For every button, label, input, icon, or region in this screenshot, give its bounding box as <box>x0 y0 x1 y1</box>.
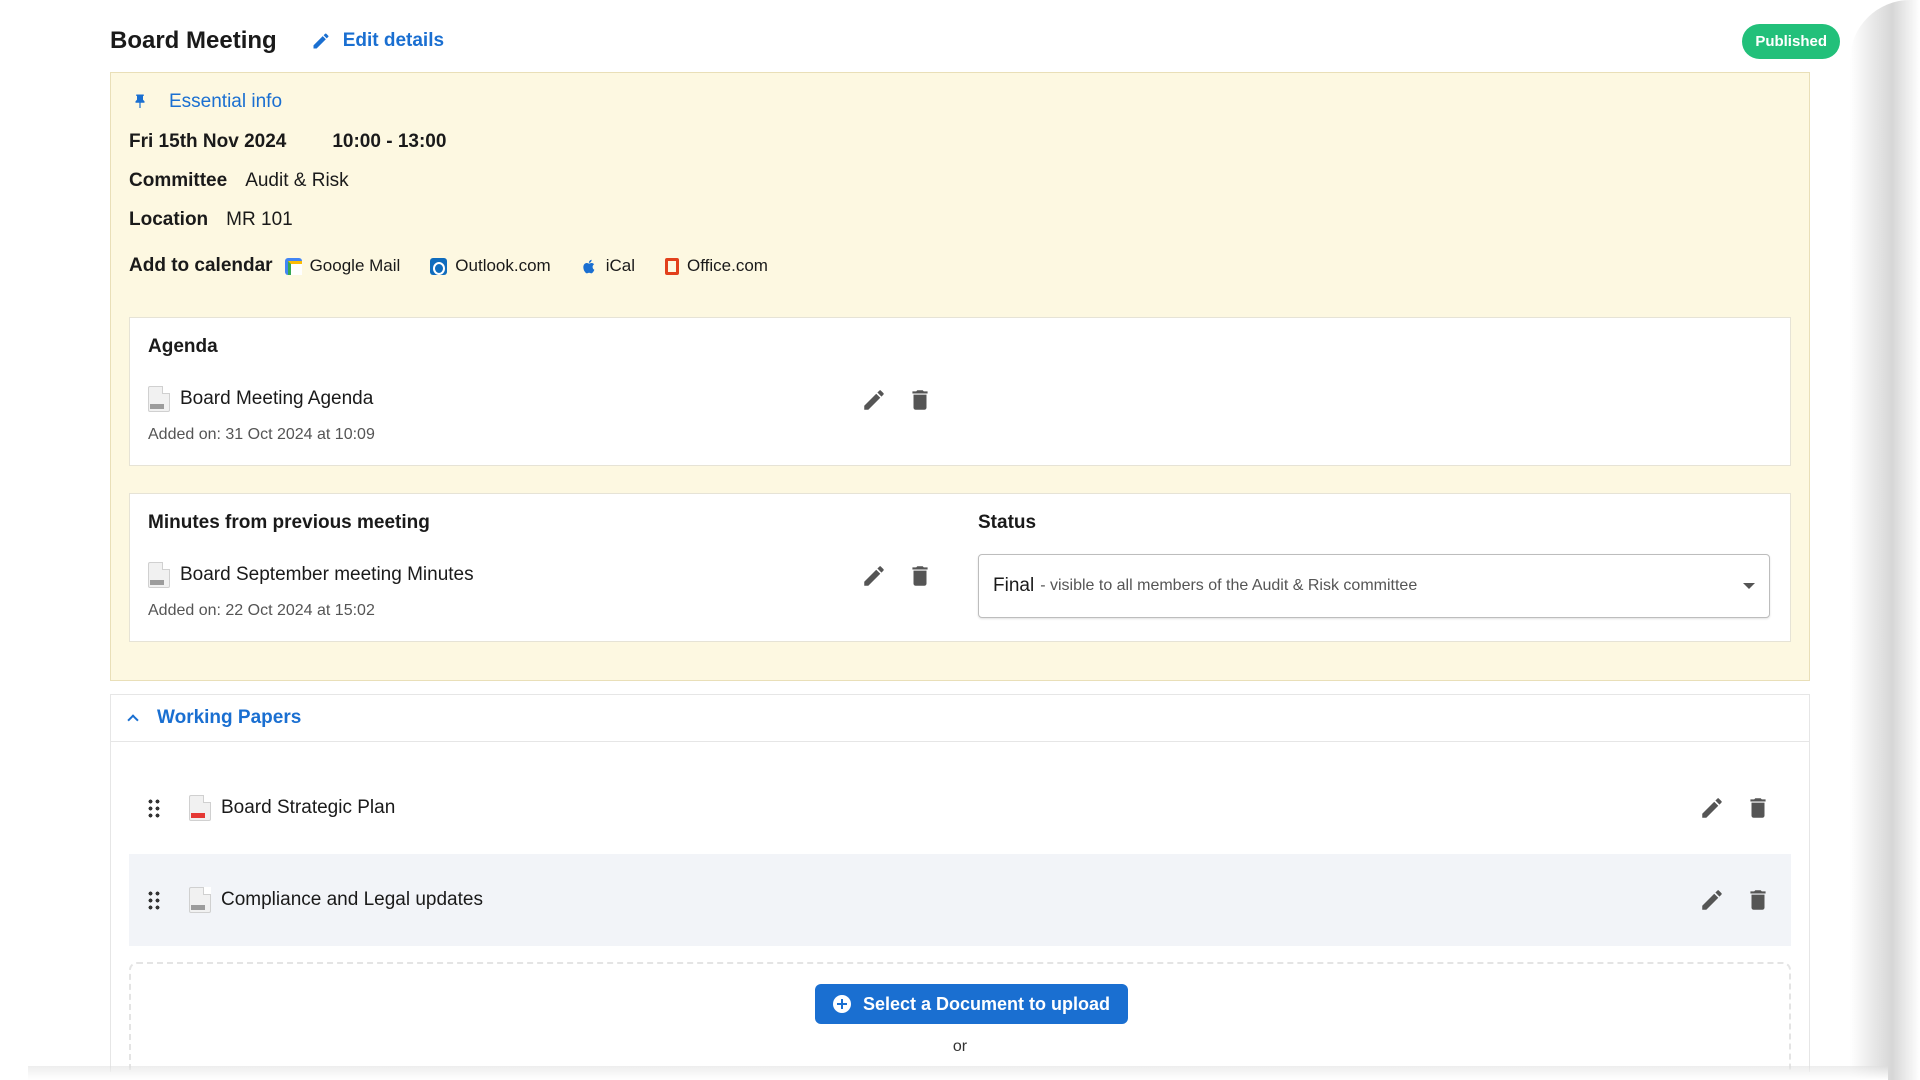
calendar-label: Add to calendar <box>129 255 273 276</box>
location-row: Location MR 101 <box>129 209 293 231</box>
pencil-icon <box>864 390 884 410</box>
pin-icon <box>135 94 145 108</box>
trash-icon <box>912 390 928 410</box>
essential-info-label: Essential info <box>169 91 283 112</box>
edit-agenda-button[interactable] <box>861 387 887 413</box>
document-file-icon <box>148 562 170 588</box>
calendar-office-link[interactable]: Office.com <box>665 256 768 276</box>
status-title: Status <box>978 512 1037 533</box>
agenda-card: Agenda Board Meeting Agenda Added on: 31… <box>129 317 1791 466</box>
edit-working-paper-button[interactable] <box>1699 795 1725 821</box>
committee-label: Committee <box>129 170 228 191</box>
calendar-ical-link[interactable]: iCal <box>581 256 635 276</box>
meeting-date: Fri 15th Nov 2024 <box>129 131 287 152</box>
working-paper-name: Board Strategic Plan <box>221 797 396 818</box>
working-paper-actions <box>1699 795 1791 821</box>
calendar-outlook-link[interactable]: Outlook.com <box>430 256 551 276</box>
trash-icon <box>912 566 928 586</box>
meeting-time: 10:00 - 13:00 <box>332 131 447 152</box>
window-bottom-shadow <box>28 1066 1888 1080</box>
trash-icon <box>1750 798 1766 818</box>
pdf-file-icon <box>189 795 211 821</box>
committee-value: Audit & Risk <box>245 170 349 191</box>
status-select[interactable]: Final - visible to all members of the Au… <box>978 554 1770 618</box>
select-document-upload-button[interactable]: Select a Document to upload <box>815 984 1129 1024</box>
pencil-icon <box>864 566 884 586</box>
minutes-card: Minutes from previous meeting Board Sept… <box>129 493 1791 642</box>
working-paper-name: Compliance and Legal updates <box>221 889 483 910</box>
edit-working-paper-button[interactable] <box>1699 887 1725 913</box>
working-papers-toggle[interactable]: Working Papers <box>111 695 1809 742</box>
calendar-google-link[interactable]: Google Mail <box>284 256 401 276</box>
calendar-ical-label: iCal <box>605 256 636 275</box>
pencil-icon <box>313 33 329 49</box>
location-value: MR 101 <box>226 209 293 230</box>
calendar-google-label: Google Mail <box>309 256 401 275</box>
essential-info-panel: Essential info Fri 15th Nov 2024 10:00 -… <box>110 72 1810 681</box>
status-badge: Published <box>1742 23 1840 59</box>
meeting-header: Board Meeting Edit details Published <box>110 20 1840 62</box>
pencil-icon <box>1702 890 1722 910</box>
upload-dropzone[interactable]: Select a Document to upload or <box>129 962 1791 1072</box>
delete-working-paper-button[interactable] <box>1745 795 1771 821</box>
edit-details-label: Edit details <box>342 30 445 51</box>
committee-row: Committee Audit & Risk <box>129 170 349 192</box>
office-icon <box>665 257 680 275</box>
add-to-calendar-row: Add to calendar Google Mail Outlook.com … <box>129 255 798 277</box>
trash-icon <box>1750 890 1766 910</box>
document-file-icon <box>189 887 211 913</box>
meeting-datetime: Fri 15th Nov 2024 10:00 - 13:00 <box>129 131 446 153</box>
status-selected-value: Final <box>993 575 1035 596</box>
agenda-document[interactable]: Board Meeting Agenda <box>148 386 373 412</box>
google-calendar-icon <box>284 257 302 275</box>
chevron-up-icon <box>127 714 139 726</box>
minutes-title: Minutes from previous meeting <box>148 512 430 533</box>
status-description: - visible to all members of the Audit & … <box>1040 577 1418 594</box>
agenda-added-date: Added on: 31 Oct 2024 at 10:09 <box>148 426 375 443</box>
outlook-icon <box>430 257 448 275</box>
calendar-outlook-label: Outlook.com <box>455 256 551 275</box>
edit-details-link[interactable]: Edit details <box>311 30 444 52</box>
minutes-actions <box>861 563 953 589</box>
delete-agenda-button[interactable] <box>907 387 933 413</box>
page-title: Board Meeting <box>110 27 277 54</box>
pencil-icon <box>1702 798 1722 818</box>
working-paper-row[interactable]: Compliance and Legal updates <box>129 854 1791 946</box>
working-papers-heading: Working Papers <box>157 707 302 728</box>
upload-button-label: Select a Document to upload <box>863 993 1111 1014</box>
plus-circle-icon <box>833 995 851 1013</box>
or-separator: or <box>952 1038 968 1055</box>
agenda-document-name: Board Meeting Agenda <box>180 388 374 409</box>
agenda-actions <box>861 387 953 413</box>
apple-icon <box>583 259 595 273</box>
working-paper-row[interactable]: Board Strategic Plan <box>129 762 1791 854</box>
caret-down-icon <box>1743 583 1755 589</box>
app-frame: Board Meeting Edit details Published Ess… <box>28 0 1888 1072</box>
edit-minutes-button[interactable] <box>861 563 887 589</box>
calendar-office-label: Office.com <box>687 256 768 275</box>
agenda-title: Agenda <box>148 336 218 357</box>
minutes-document[interactable]: Board September meeting Minutes <box>148 562 474 588</box>
working-papers-section: Working Papers Board Strategic Plan Comp… <box>110 694 1810 1072</box>
minutes-added-date: Added on: 22 Oct 2024 at 15:02 <box>148 602 375 619</box>
working-paper-actions <box>1699 887 1791 913</box>
minutes-document-name: Board September meeting Minutes <box>180 564 474 585</box>
location-label: Location <box>129 209 209 230</box>
delete-working-paper-button[interactable] <box>1745 887 1771 913</box>
document-file-icon <box>148 386 170 412</box>
drag-handle-icon[interactable] <box>147 890 161 910</box>
delete-minutes-button[interactable] <box>907 563 933 589</box>
essential-info-heading: Essential info <box>131 91 282 113</box>
drag-handle-icon[interactable] <box>147 798 161 818</box>
